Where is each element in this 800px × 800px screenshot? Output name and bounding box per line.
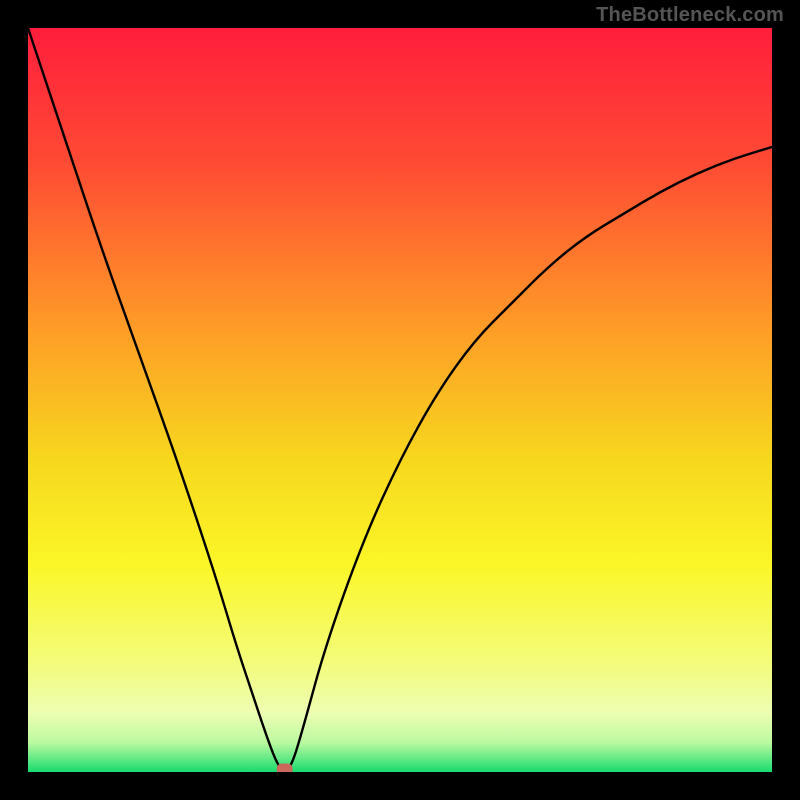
bottleneck-chart <box>28 28 772 772</box>
chart-container <box>28 28 772 772</box>
chart-background-gradient <box>28 28 772 772</box>
optimal-point-marker <box>277 764 293 773</box>
watermark-text: TheBottleneck.com <box>596 4 784 27</box>
